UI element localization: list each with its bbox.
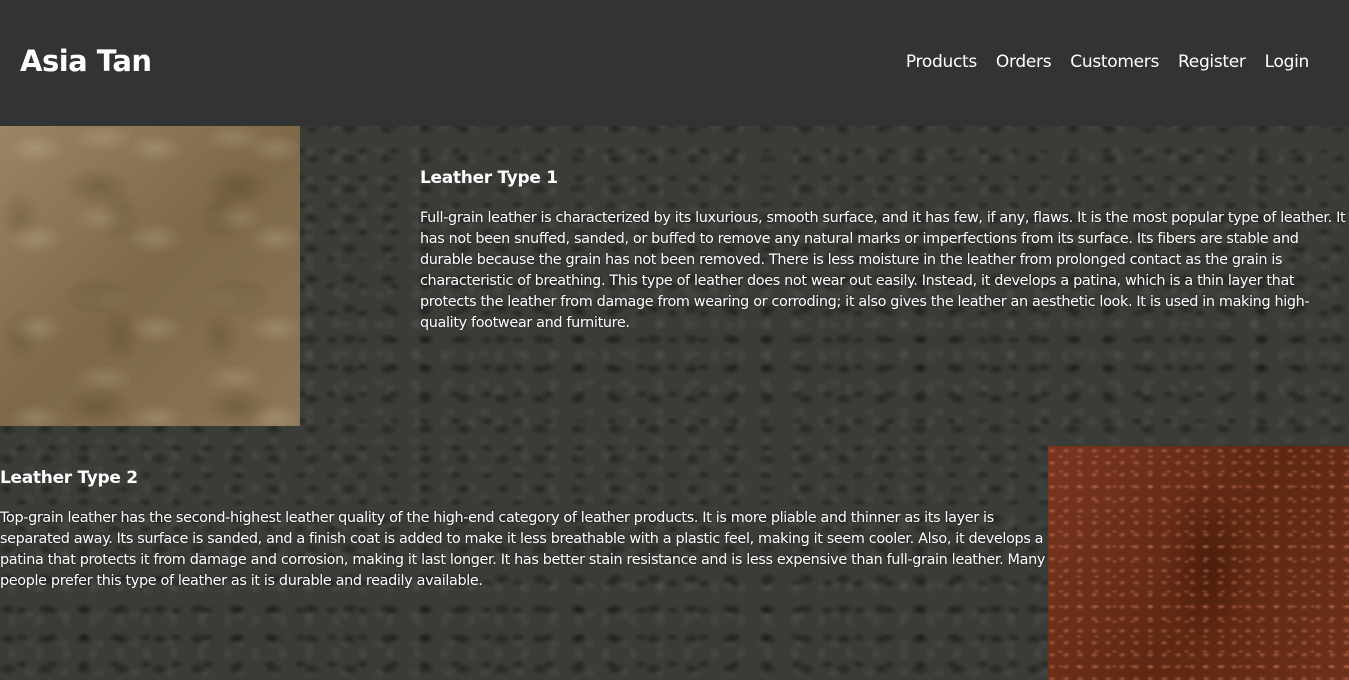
brand-logo[interactable]: Asia Tan — [20, 44, 152, 78]
leather-type-1-image — [0, 126, 300, 426]
leather-type-1-title: Leather Type 1 — [420, 168, 558, 188]
nav-link-products[interactable]: Products — [906, 52, 977, 72]
nav-link-login[interactable]: Login — [1265, 52, 1310, 72]
leather-type-2-description: Top-grain leather has the second-highest… — [0, 510, 1046, 589]
leather-type-2-title: Leather Type 2 — [0, 468, 138, 488]
nav-menu: Products Orders Customers Register Login — [906, 52, 1309, 72]
navbar: Asia Tan Products Orders Customers Regis… — [0, 0, 1349, 126]
leather-type-1-section: Leather Type 1 Full-grain leather is cha… — [420, 166, 1349, 334]
leather-type-2-image — [1048, 446, 1349, 680]
nav-link-register[interactable]: Register — [1178, 52, 1246, 72]
leather-type-1-description: Full-grain leather is characterized by i… — [420, 210, 1346, 331]
nav-link-orders[interactable]: Orders — [996, 52, 1052, 72]
nav-link-customers[interactable]: Customers — [1070, 52, 1159, 72]
leather-type-2-section: Leather Type 2 Top-grain leather has the… — [0, 466, 1048, 592]
